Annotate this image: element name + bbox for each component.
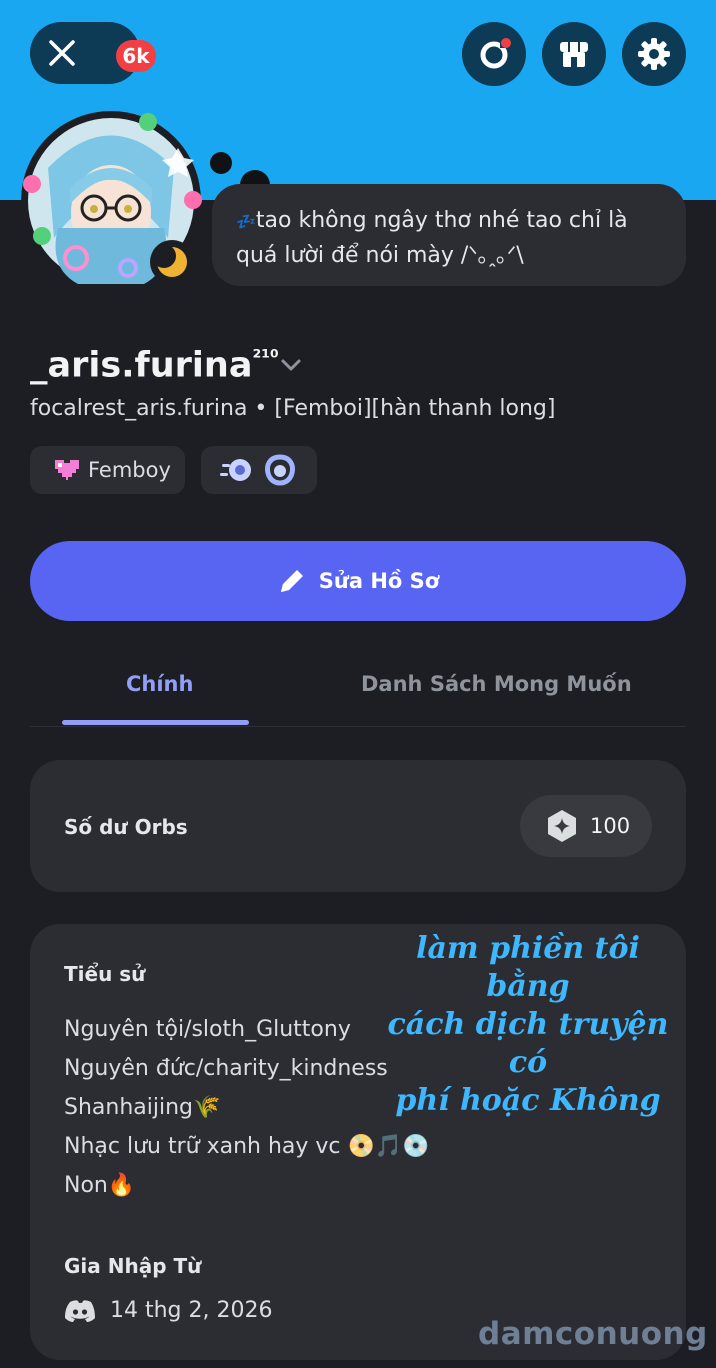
watermark: damconuong (478, 1316, 708, 1352)
profile-tag[interactable]: Femboy (30, 446, 185, 494)
overlay-line: phí hoặc Không (395, 1083, 661, 1118)
orbs-balance-card[interactable]: Số dư Orbs 100 (30, 760, 686, 892)
username-pronouns: focalrest_aris.furina • [Femboi][hàn tha… (30, 396, 556, 421)
sleep-emoji: 💤 (236, 212, 256, 231)
nitro-refresh-icon (480, 38, 511, 69)
orbs-label: Số dư Orbs (64, 815, 188, 839)
orb-icon (548, 810, 576, 842)
thought-dot (210, 152, 232, 174)
notification-badge: 6k (116, 40, 156, 72)
overlay-line: làm phiền tôi bằng (416, 931, 640, 1004)
bio-heading: Tiểu sử (64, 962, 146, 986)
custom-status-bubble[interactable]: 💤tao không ngây thơ nhé tao chỉ là quá l… (212, 184, 686, 286)
tab-main[interactable]: Chính (126, 672, 193, 696)
idle-moon-icon (152, 244, 187, 277)
edit-profile-label: Sửa Hồ Sơ (318, 569, 440, 593)
overlay-caption: làm phiền tôi bằng cách dịch truyện có p… (383, 930, 673, 1120)
quest-badge-icon (265, 454, 295, 486)
display-name[interactable]: _aris.furina²¹⁰ (30, 345, 279, 386)
orbs-value: 100 (590, 814, 631, 838)
member-since-heading: Gia Nhập Từ (64, 1254, 202, 1278)
bio-line: Shanhaijing🌾 (64, 1095, 221, 1120)
display-name-suffix: ²¹⁰ (252, 345, 279, 369)
bio-line: Nguyên đức/charity_kindness (64, 1056, 388, 1081)
bio-text: Nguyên tội/sloth_Gluttony Nguyên đức/cha… (64, 1010, 430, 1205)
custom-status-text: tao không ngây thơ nhé tao chỉ là quá lư… (236, 208, 628, 268)
active-tab-indicator (62, 720, 249, 725)
overlay-line: cách dịch truyện có (387, 1007, 669, 1080)
pencil-icon (280, 570, 303, 592)
profile-tag-label: Femboy (88, 458, 171, 482)
pixel-heart-icon (55, 460, 79, 480)
badges-row[interactable] (201, 446, 317, 494)
bio-line: Non🔥 (64, 1173, 136, 1198)
nitro-button[interactable] (462, 22, 526, 86)
settings-button[interactable] (622, 22, 686, 86)
edit-profile-button[interactable]: Sửa Hồ Sơ (30, 541, 686, 621)
status-indicator (150, 240, 194, 284)
nitro-badge-icon (220, 459, 251, 481)
tab-wishlist[interactable]: Danh Sách Mong Muốn (361, 672, 632, 696)
discord-icon (65, 1299, 95, 1322)
shop-icon (560, 42, 588, 67)
chevron-down-icon[interactable] (278, 352, 304, 378)
orbs-balance-pill[interactable]: 100 (520, 795, 652, 857)
bio-line: Nguyên tội/sloth_Gluttony (64, 1017, 351, 1042)
display-name-text: _aris.furina (30, 345, 253, 386)
gear-icon (638, 38, 670, 70)
bio-line: Nhạc lưu trữ xanh hay vc 📀🎵💿 (64, 1134, 430, 1159)
member-since-date: 14 thg 2, 2026 (110, 1298, 273, 1323)
member-since-row: 14 thg 2, 2026 (64, 1298, 273, 1323)
close-icon (49, 40, 75, 66)
shop-button[interactable] (542, 22, 606, 86)
close-button[interactable]: 6k (30, 22, 156, 84)
divider (30, 726, 686, 727)
